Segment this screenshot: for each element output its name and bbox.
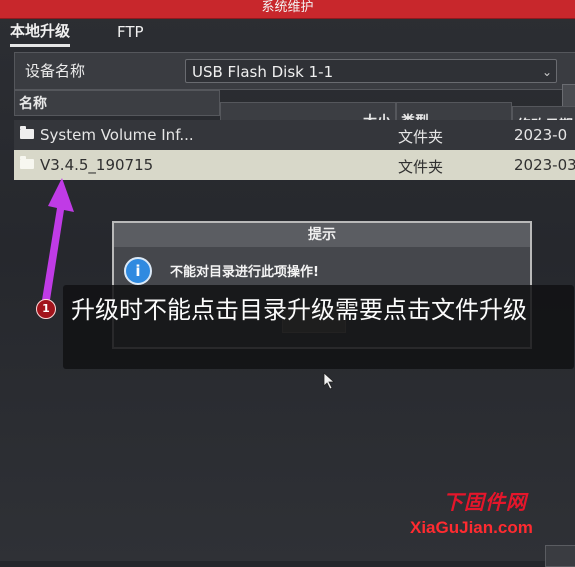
file-table: 名称 大小 类型 修改日期 System Volume Inf... 文件夹 2…	[14, 90, 575, 205]
info-icon: i	[124, 257, 152, 285]
device-select[interactable]: USB Flash Disk 1-1 ⌄	[185, 59, 557, 83]
window-title: 系统维护	[0, 0, 575, 19]
dialog-message: 不能对目录进行此项操作!	[170, 265, 319, 280]
device-row: 设备名称 USB Flash Disk 1-1 ⌄	[14, 52, 575, 90]
column-header-name[interactable]: 名称	[14, 90, 220, 116]
file-date: 2023-03	[514, 156, 575, 174]
device-label: 设备名称	[25, 62, 86, 80]
file-name-cell: V3.4.5_190715	[20, 155, 154, 174]
file-name: System Volume Inf...	[40, 126, 194, 144]
file-type: 文件夹	[398, 128, 444, 146]
dialog-title: 提示	[114, 223, 530, 247]
file-date: 2023-0	[514, 126, 568, 144]
device-select-value: USB Flash Disk 1-1	[192, 63, 334, 81]
file-name-cell: System Volume Inf...	[20, 125, 194, 144]
tab-local-upgrade[interactable]: 本地升级	[10, 20, 71, 47]
site-watermark: 下固件网 XiaGuJian.com	[410, 486, 570, 546]
table-row[interactable]: System Volume Inf... 文件夹 2023-0	[14, 120, 575, 150]
bottom-button[interactable]	[545, 545, 575, 567]
annotation-badge: 1	[36, 299, 56, 319]
nvr-screen: 系统维护 本地升级 FTP 设备名称 USB Flash Disk 1-1 ⌄ …	[0, 0, 575, 567]
annotation-box: 升级时不能点击目录升级需要点击文件升级	[63, 285, 574, 369]
cursor-icon	[323, 372, 336, 390]
watermark-cn: 下固件网	[443, 490, 527, 514]
annotation-text: 升级时不能点击目录升级需要点击文件升级	[71, 296, 527, 324]
chevron-down-icon: ⌄	[541, 65, 552, 79]
folder-icon	[20, 155, 34, 169]
tab-ftp[interactable]: FTP	[117, 23, 144, 41]
watermark-en: XiaGuJian.com	[410, 518, 533, 537]
table-row-selected[interactable]: V3.4.5_190715 文件夹 2023-03	[14, 150, 575, 180]
file-type: 文件夹	[398, 158, 444, 176]
tab-bar: 本地升级 FTP	[0, 18, 575, 47]
file-name: V3.4.5_190715	[40, 156, 154, 174]
folder-icon	[20, 125, 34, 139]
